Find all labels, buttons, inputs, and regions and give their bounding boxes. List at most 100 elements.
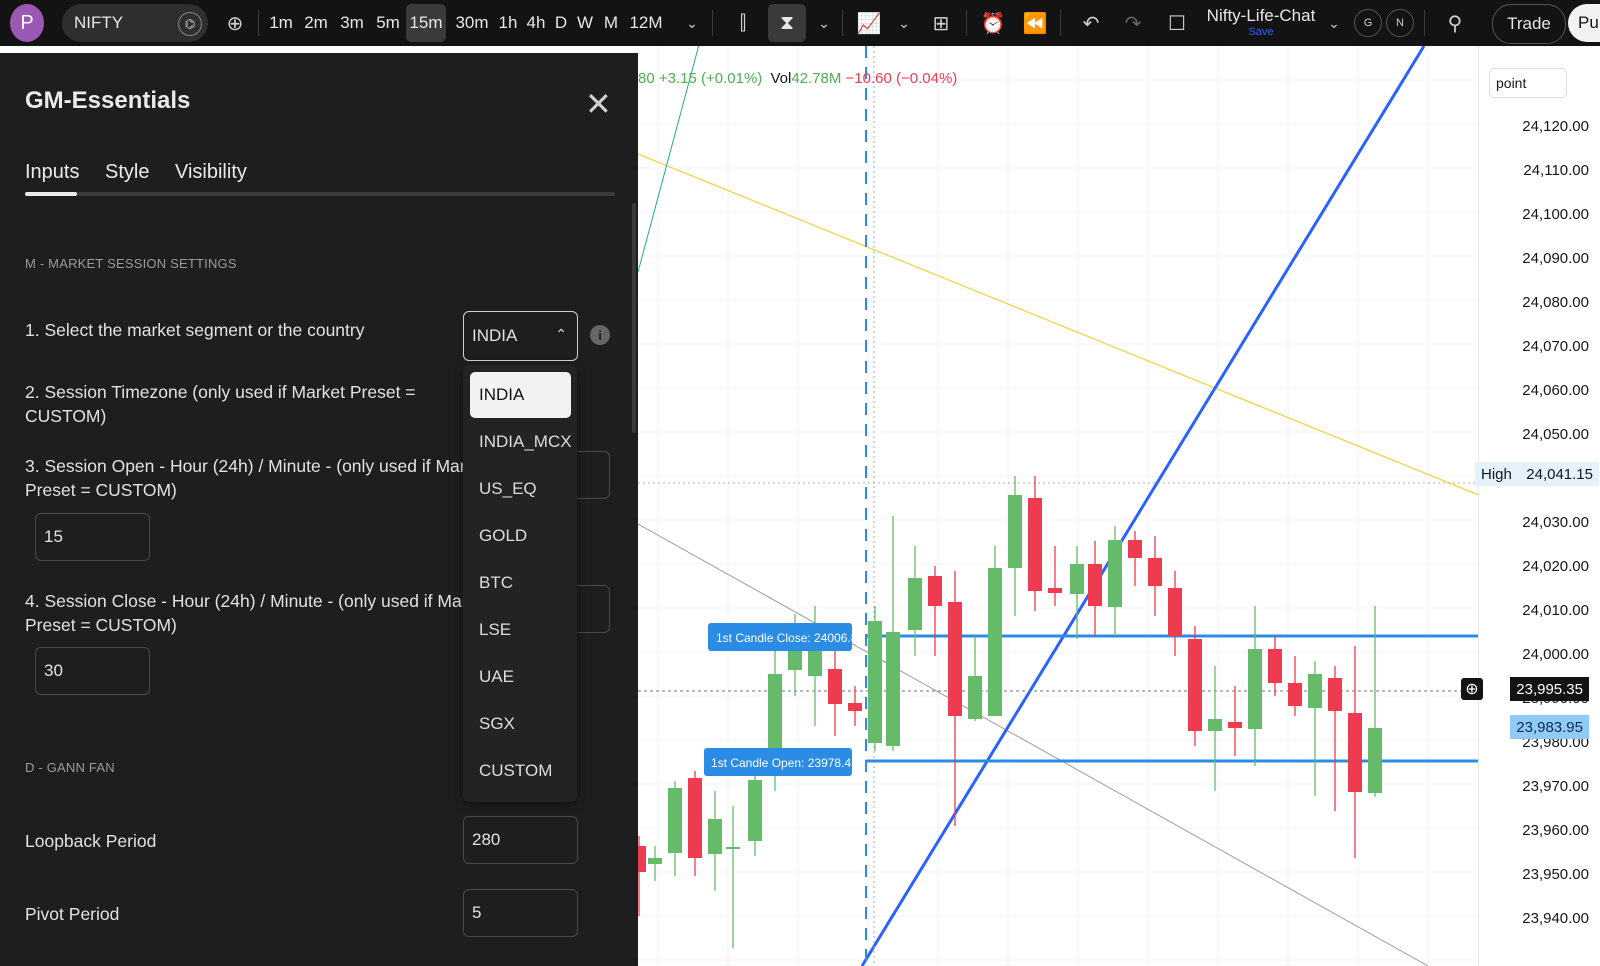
candle-body <box>886 632 900 746</box>
alert-clock-icon[interactable]: ⏰ <box>978 4 1008 42</box>
price-tick: 24,050.00 <box>1522 426 1589 443</box>
publish-button[interactable]: Pu <box>1568 4 1600 42</box>
chevron-down-icon[interactable]: ⌄ <box>894 4 914 42</box>
axis-unit-label[interactable]: point <box>1489 68 1567 98</box>
trade-button[interactable]: Trade <box>1492 4 1566 44</box>
session-open-hour-input[interactable]: 15 <box>35 513 150 561</box>
interval-m[interactable]: M <box>600 4 622 42</box>
price-tick: 24,110.00 <box>1523 162 1589 179</box>
compare-add-icon[interactable]: ⊕ <box>220 4 250 42</box>
tab-style[interactable]: Style <box>105 161 149 184</box>
redo-icon[interactable]: ↷ <box>1118 4 1148 42</box>
option-uae[interactable]: UAE <box>470 654 571 700</box>
divider <box>842 10 843 36</box>
chart-pane[interactable]: 1st Candle Close: 24006.8 1st Candle Ope… <box>638 46 1600 966</box>
option-lse[interactable]: LSE <box>470 607 571 653</box>
interval-w[interactable]: W <box>574 4 596 42</box>
session-open-label-line2: Preset = CUSTOM) <box>25 480 177 500</box>
select-value: INDIA <box>472 326 518 345</box>
chevron-down-icon[interactable]: ⌄ <box>682 4 702 42</box>
save-status[interactable]: Save <box>1206 26 1316 38</box>
session-close-label-line1: 4. Session Close - Hour (24h) / Minute -… <box>25 591 491 611</box>
legend-change-abs: +3.15 <box>658 70 697 87</box>
symbol-search-box[interactable]: NIFTY ⌬ <box>62 4 208 42</box>
candle-body <box>668 788 682 853</box>
user-avatar[interactable]: P <box>10 4 44 42</box>
quick-search-icon[interactable]: ⚲ <box>1440 4 1470 42</box>
market-segment-select[interactable]: INDIA ⌃ <box>463 311 578 361</box>
label-candle-open: 1st Candle Open: 23978.45 <box>704 748 858 776</box>
candle-body <box>1028 498 1042 591</box>
interval-2m[interactable]: 2m <box>300 4 332 42</box>
legend-row: 80 +3.15 (+0.01%) Vol42.78M −10.60 (−0.0… <box>638 70 957 87</box>
price-tick: 24,090.00 <box>1522 250 1589 267</box>
add-plus-icon[interactable]: ⊕ <box>1461 678 1483 700</box>
price-axis[interactable]: point 24,120.00 24,110.00 24,100.00 24,0… <box>1461 46 1600 966</box>
undo-icon[interactable]: ↶ <box>1076 4 1106 42</box>
interval-1h[interactable]: 1h <box>496 4 520 42</box>
interval-d[interactable]: D <box>552 4 570 42</box>
option-btc[interactable]: BTC <box>470 560 571 606</box>
candle-body <box>1188 639 1202 731</box>
section-market-session: M - MARKET SESSION SETTINGS <box>25 256 237 271</box>
candle-body <box>968 676 982 719</box>
divider <box>1060 10 1061 36</box>
chevron-up-icon: ⌃ <box>555 326 567 342</box>
timezone-label-line2: CUSTOM) <box>25 406 107 426</box>
info-icon[interactable]: i <box>590 325 610 345</box>
avatar-n[interactable]: N <box>1386 9 1414 37</box>
interval-12m[interactable]: 12M <box>626 4 666 42</box>
candle-body <box>1070 564 1084 594</box>
option-custom[interactable]: CUSTOM <box>470 748 571 794</box>
candle-body <box>748 780 762 841</box>
price-tick: 24,010.00 <box>1522 602 1589 619</box>
tab-visibility[interactable]: Visibility <box>175 161 247 184</box>
interval-1m[interactable]: 1m <box>266 4 296 42</box>
lookback-period-label: Loopback Period <box>25 831 157 851</box>
dialog-scrollbar[interactable] <box>632 203 636 433</box>
interval-15m[interactable]: 15m <box>406 4 446 42</box>
tab-inputs[interactable]: Inputs <box>25 161 79 184</box>
price-tick: 24,080.00 <box>1522 294 1589 311</box>
layout-checkbox-icon[interactable]: ☐ <box>1162 4 1192 42</box>
chevron-down-icon[interactable]: ⌄ <box>1324 4 1344 42</box>
divider <box>1424 10 1425 36</box>
option-india[interactable]: INDIA <box>470 372 571 418</box>
option-india-mcx[interactable]: INDIA_MCX <box>470 419 572 465</box>
indicators-icon[interactable]: 📈 <box>854 4 884 42</box>
close-icon[interactable]: ✕ <box>585 88 612 120</box>
option-gold[interactable]: GOLD <box>470 513 571 559</box>
price-tick: 24,100.00 <box>1522 206 1589 223</box>
option-sgx[interactable]: SGX <box>470 701 571 747</box>
interval-5m[interactable]: 5m <box>372 4 404 42</box>
templates-grid-icon[interactable]: ⊞ <box>926 4 956 42</box>
candle-body <box>726 847 740 849</box>
candle-body <box>1308 674 1322 708</box>
interval-4h[interactable]: 4h <box>524 4 548 42</box>
interval-30m[interactable]: 30m <box>452 4 492 42</box>
market-segment-dropdown: INDIA INDIA_MCX US_EQ GOLD BTC LSE UAE S… <box>463 365 577 802</box>
pivot-period-input[interactable]: 5 <box>463 889 578 937</box>
candle-body <box>988 568 1002 716</box>
candle-open-text: 1st Candle Open: 23978.45 <box>711 756 858 770</box>
candle-body <box>1008 495 1022 568</box>
candle-body <box>1088 564 1102 606</box>
candle-body <box>1228 722 1242 728</box>
option-us-eq[interactable]: US_EQ <box>470 466 571 512</box>
symbol-type-icon[interactable]: ⌬ <box>178 12 202 36</box>
legend-change-partial: 80 <box>638 70 655 87</box>
replay-icon[interactable]: ⏪ <box>1020 4 1050 42</box>
layout-name[interactable]: Nifty-Life-Chat Save <box>1206 6 1316 38</box>
price-tick: 23,940.00 <box>1522 910 1589 927</box>
bar-style-icon[interactable]: ⫿ <box>728 4 758 42</box>
candle-body <box>1168 588 1182 636</box>
lookback-period-input[interactable]: 280 <box>463 816 578 864</box>
avatar-g[interactable]: G <box>1354 9 1382 37</box>
candle-style-icon[interactable]: ⧗ <box>768 4 806 42</box>
candle-body <box>1128 540 1142 558</box>
candles <box>638 476 1382 948</box>
chevron-down-icon[interactable]: ⌄ <box>814 4 834 42</box>
high-label: High <box>1481 465 1512 483</box>
session-close-hour-input[interactable]: 30 <box>35 647 150 695</box>
interval-3m[interactable]: 3m <box>336 4 368 42</box>
